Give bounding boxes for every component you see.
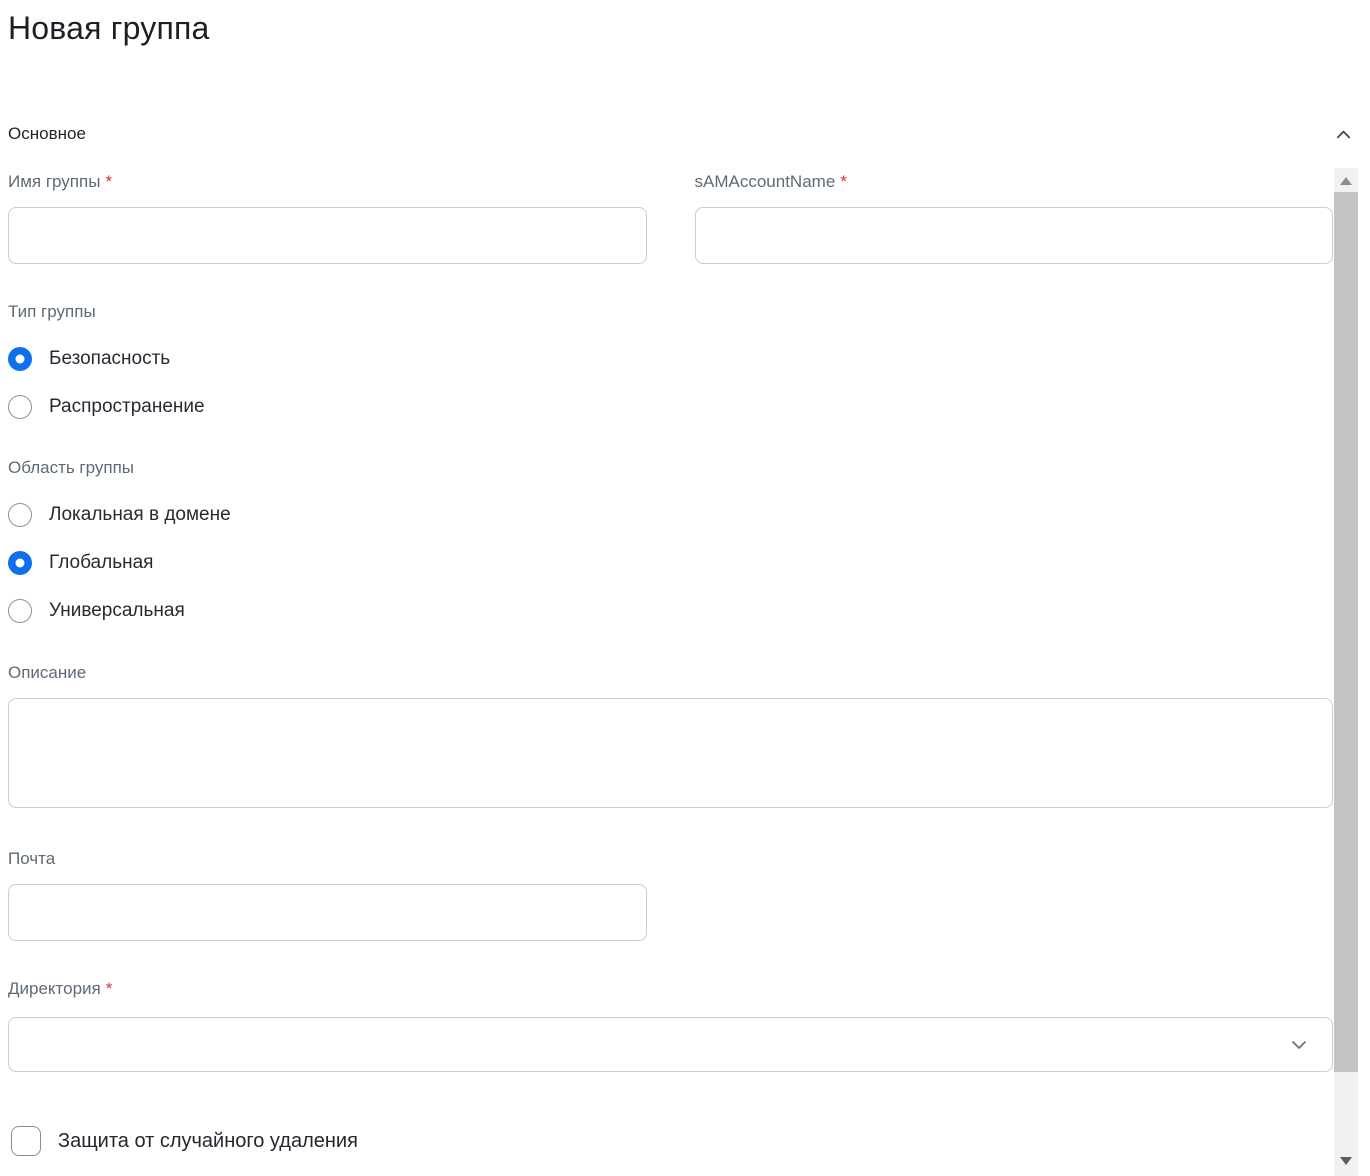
radio-option-label: Универсальная — [49, 599, 185, 623]
chevron-down-icon — [1288, 1034, 1310, 1056]
radio-global-icon[interactable] — [8, 551, 32, 575]
group-scope-options: Локальная в домене Глобальная Универсаль… — [8, 503, 1333, 623]
scrollbar-thumb[interactable] — [1334, 192, 1358, 1072]
scroll-down-icon — [1340, 1157, 1352, 1165]
group-name-field: Имя группы* — [8, 172, 647, 264]
radio-option-label: Безопасность — [49, 347, 170, 371]
page-title: Новая группа — [8, 6, 1333, 50]
sam-account-name-label: sAMAccountName* — [695, 172, 1334, 192]
vertical-scrollbar[interactable] — [1334, 168, 1358, 1176]
required-asterisk: * — [106, 979, 113, 998]
radio-option-distribution[interactable]: Распространение — [8, 395, 205, 419]
radio-option-label: Распространение — [49, 395, 205, 419]
scrollbar-down-button[interactable] — [1334, 1146, 1358, 1176]
group-type-options: Безопасность Распространение — [8, 347, 1333, 419]
new-group-form-page: Новая группа Основное Имя группы* sAMAcc… — [8, 0, 1333, 1156]
radio-option-universal[interactable]: Универсальная — [8, 599, 185, 623]
description-field: Описание — [8, 663, 1333, 808]
section-collapse-button[interactable] — [1333, 124, 1353, 144]
radio-distribution-icon[interactable] — [8, 395, 32, 419]
section-basic-title: Основное — [8, 124, 86, 144]
required-asterisk: * — [840, 172, 847, 191]
radio-option-global[interactable]: Глобальная — [8, 551, 153, 575]
group-type-label: Тип группы — [8, 302, 1333, 322]
chevron-up-icon — [1334, 125, 1353, 144]
radio-universal-icon[interactable] — [8, 599, 32, 623]
radio-option-domain-local[interactable]: Локальная в домене — [8, 503, 231, 527]
description-label: Описание — [8, 663, 1333, 683]
directory-field: Директория* — [8, 979, 1333, 1072]
protect-deletion-row[interactable]: Защита от случайного удаления — [8, 1126, 358, 1156]
mail-input[interactable] — [8, 884, 647, 941]
group-scope-label: Область группы — [8, 458, 1333, 478]
scrollbar-up-button[interactable] — [1334, 168, 1358, 194]
directory-select[interactable] — [8, 1017, 1333, 1072]
group-name-input[interactable] — [8, 207, 647, 264]
name-fields-row: Имя группы* sAMAccountName* — [8, 172, 1333, 264]
radio-option-label: Глобальная — [49, 551, 153, 575]
scroll-up-icon — [1340, 177, 1352, 185]
radio-option-label: Локальная в домене — [49, 503, 231, 527]
directory-label: Директория* — [8, 979, 1333, 999]
sam-account-name-field: sAMAccountName* — [695, 172, 1334, 264]
sam-account-name-input[interactable] — [695, 207, 1334, 264]
mail-label: Почта — [8, 849, 647, 869]
radio-option-security[interactable]: Безопасность — [8, 347, 170, 371]
required-asterisk: * — [105, 172, 112, 191]
mail-field: Почта — [8, 849, 647, 941]
group-name-label: Имя группы* — [8, 172, 647, 192]
protect-deletion-checkbox[interactable] — [11, 1126, 41, 1156]
description-textarea[interactable] — [8, 698, 1333, 808]
protect-deletion-label: Защита от случайного удаления — [58, 1126, 358, 1156]
section-basic-header: Основное — [8, 124, 1353, 144]
radio-domain-local-icon[interactable] — [8, 503, 32, 527]
radio-security-icon[interactable] — [8, 347, 32, 371]
